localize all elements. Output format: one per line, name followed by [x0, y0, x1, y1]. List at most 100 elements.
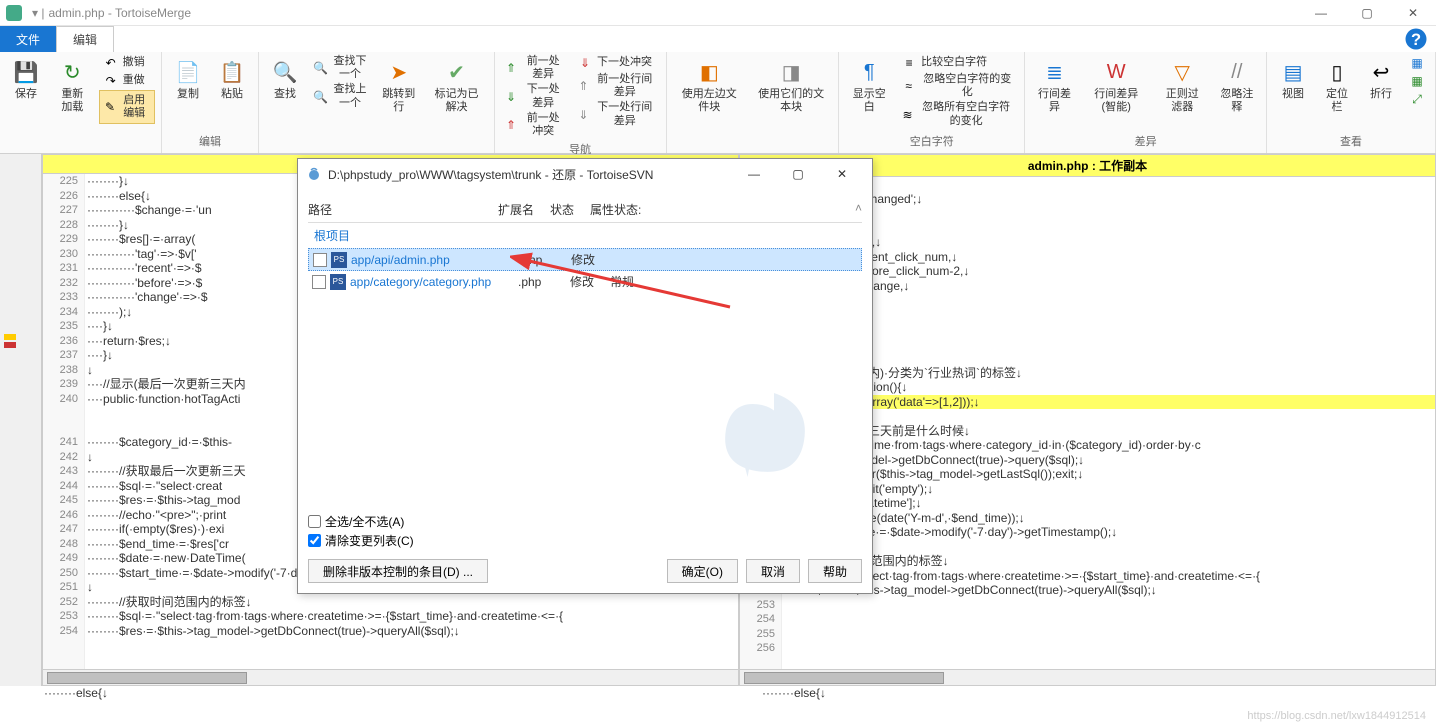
prev-conflict-button[interactable]: ⇑前一处冲突 [501, 111, 569, 139]
check-icon: ✔ [443, 58, 471, 86]
up-inline-icon: ⇑ [577, 78, 590, 94]
dialog-options: 全选/全不选(A) 清除变更列表(C) [308, 509, 862, 553]
save-button[interactable]: 💾 保存 [6, 54, 46, 105]
funnel-icon: ▽ [1168, 58, 1196, 86]
file-list-header[interactable]: 路径 扩展名 状态 属性状态: ˄ [308, 197, 862, 223]
window-title: admin.php - TortoiseMerge [48, 6, 191, 20]
goto-icon: ➤ [385, 58, 413, 86]
regex-filter-button[interactable]: ▽正则过滤器 [1155, 54, 1210, 118]
svg-text:?: ? [1411, 31, 1421, 49]
col-status[interactable]: 状态 [550, 201, 590, 218]
minimize-button[interactable]: — [1298, 0, 1344, 26]
select-all-checkbox[interactable]: 全选/全不选(A) [308, 513, 862, 530]
chevron-up-icon[interactable]: ˄ [855, 201, 862, 218]
row-checkbox[interactable] [312, 275, 326, 289]
col-path[interactable]: 路径 [308, 201, 498, 218]
copy-icon: 📄 [174, 58, 202, 86]
paste-button[interactable]: 📋粘贴 [212, 54, 252, 105]
prev-inline-button[interactable]: ⇑前一处行间差异 [573, 72, 660, 100]
prev-diff-button[interactable]: ⇑前一处差异 [501, 54, 569, 82]
inline-smart-button[interactable]: W行间差异(智能) [1082, 54, 1151, 118]
clear-changelist-checkbox[interactable]: 清除变更列表(C) [308, 532, 862, 549]
reload-button[interactable]: ↻ 重新加载 [50, 54, 95, 118]
ign-comment-button[interactable]: //忽略注释 [1214, 54, 1260, 118]
right-block-icon: ◨ [777, 58, 805, 86]
bottom-left: ········else{↓ [0, 686, 718, 724]
row-prop: 常规 [610, 273, 634, 290]
enable-edit-button[interactable]: ✎启用编辑 [99, 90, 155, 124]
locator-icon: ▯ [1323, 58, 1351, 86]
undo-button[interactable]: ↶撤销 [99, 54, 155, 72]
group-diff-label: 差异 [1031, 131, 1260, 151]
ws-ign2-icon: ≋ [901, 107, 914, 123]
pencil-icon: ✎ [105, 99, 116, 115]
search-icon: 🔍 [271, 58, 299, 86]
cancel-button[interactable]: 取消 [746, 559, 800, 583]
dialog-title: D:\phpstudy_pro\WWW\tagsystem\trunk - 还原… [328, 166, 653, 183]
pilcrow-icon: ¶ [855, 58, 883, 86]
overview-strip[interactable] [0, 154, 42, 686]
extra3-button[interactable]: ⤢ [1405, 90, 1429, 108]
find-button[interactable]: 🔍查找 [265, 54, 305, 105]
root-item[interactable]: 根项目 [308, 223, 862, 248]
next-conflict-button[interactable]: ⇓下一处冲突 [573, 54, 660, 72]
inline-smart-icon: W [1102, 58, 1130, 86]
left-gutter: 225 226 227 228 229 230 231 232 233 234 … [43, 174, 85, 669]
file-row[interactable]: PS app/category/category.php .php 修改 常规 [308, 271, 862, 292]
ign-ws-change-button[interactable]: ≈忽略空白字符的变化 [897, 72, 1018, 100]
php-file-icon: PS [330, 274, 346, 290]
tab-edit[interactable]: 编辑 [56, 26, 114, 52]
row-path: app/category/category.php [350, 275, 518, 289]
help-button[interactable]: 帮助 [808, 559, 862, 583]
goto-button[interactable]: ➤跳转到行 [376, 54, 421, 118]
use-theirs-button[interactable]: ◨使用它们的文本块 [750, 54, 832, 118]
up-red-icon: ⇑ [505, 117, 518, 133]
bottom-merged-view: ········else{↓ ········else{↓ [0, 686, 1436, 724]
mark-resolved-button[interactable]: ✔标记为已解决 [425, 54, 487, 118]
col-ext[interactable]: 扩展名 [498, 201, 550, 218]
dialog-maximize-button[interactable]: ▢ [776, 160, 820, 188]
extra1-button[interactable]: ▦ [1405, 54, 1429, 72]
group-nav-label [265, 135, 488, 151]
wrap-button[interactable]: ↩折行 [1361, 54, 1401, 105]
dialog-minimize-button[interactable]: — [732, 160, 776, 188]
cmp-ws-button[interactable]: ≡比较空白字符 [897, 54, 1018, 72]
revert-swirl-icon [702, 369, 822, 489]
col-prop[interactable]: 属性状态: [590, 201, 855, 218]
right-hscroll[interactable] [740, 669, 1435, 685]
search-down-icon: 🔍 [313, 60, 328, 76]
close-button[interactable]: ✕ [1390, 0, 1436, 26]
show-ws-button[interactable]: ¶显示空白 [845, 54, 893, 118]
dialog-button-row: 删除非版本控制的条目(D) ... 确定(O) 取消 帮助 [308, 553, 862, 585]
inline-diff-button[interactable]: ≣行间差异 [1031, 54, 1077, 118]
next-inline-button[interactable]: ⇓下一处行间差异 [573, 100, 660, 128]
tab-file[interactable]: 文件 [0, 26, 56, 52]
delete-unversioned-button[interactable]: 删除非版本控制的条目(D) ... [308, 559, 488, 583]
locator-button[interactable]: ▯定位栏 [1317, 54, 1357, 118]
app-icon [6, 5, 22, 21]
help-icon[interactable]: ? [1404, 26, 1428, 52]
use-left-button[interactable]: ◧使用左边文件块 [673, 54, 746, 118]
dialog-title-bar: D:\phpstudy_pro\WWW\tagsystem\trunk - 还原… [298, 159, 872, 189]
expand-icon: ⤢ [1409, 91, 1425, 107]
next-diff-button[interactable]: ⇓下一处差异 [501, 82, 569, 110]
view-button[interactable]: ▤视图 [1273, 54, 1313, 105]
find-prev-button[interactable]: 🔍查找上一个 [309, 82, 372, 110]
left-hscroll[interactable] [43, 669, 738, 685]
group-merge-label [673, 135, 833, 151]
down-inline-icon: ⇓ [577, 107, 590, 123]
copy-button[interactable]: 📄复制 [168, 54, 208, 105]
redo-button[interactable]: ↷重做 [99, 72, 155, 90]
save-icon: 💾 [12, 58, 40, 86]
view-icon: ▤ [1279, 58, 1307, 86]
ok-button[interactable]: 确定(O) [667, 559, 738, 583]
maximize-button[interactable]: ▢ [1344, 0, 1390, 26]
find-next-button[interactable]: 🔍查找下一个 [309, 54, 372, 82]
file-list-area[interactable] [308, 292, 862, 509]
ign-all-ws-button[interactable]: ≋忽略所有空白字符的变化 [897, 100, 1018, 128]
wrap-icon: ↩ [1367, 58, 1395, 86]
file-row-selected[interactable]: PS app/api/admin.php .php 修改 [308, 248, 862, 271]
dialog-close-button[interactable]: ✕ [820, 160, 864, 188]
row-checkbox[interactable] [313, 253, 327, 267]
extra2-button[interactable]: ▦ [1405, 72, 1429, 90]
